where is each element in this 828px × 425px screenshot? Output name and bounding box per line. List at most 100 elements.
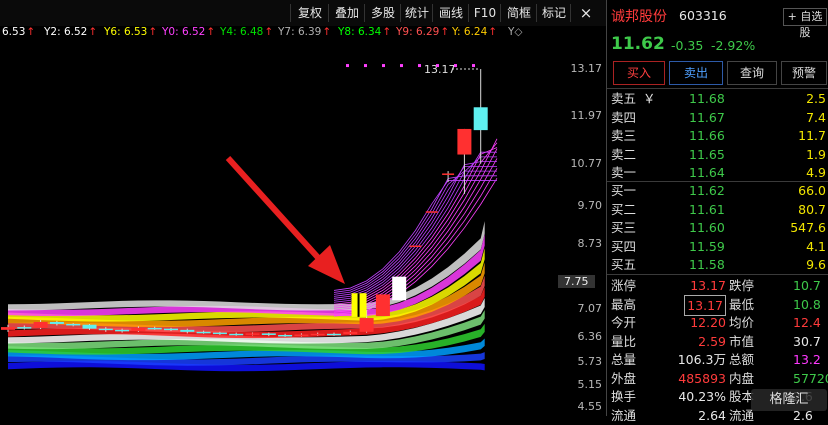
ma-legend-item: Y7: 6.39 (278, 26, 322, 38)
candle-body (473, 107, 488, 131)
bid-volume: 547.6 (790, 220, 826, 236)
bid-row[interactable]: 买一 11.62 66.0 (607, 181, 828, 200)
draw-line-button[interactable]: 画线 (432, 4, 469, 22)
marker-dot (400, 64, 403, 68)
candle-body (294, 334, 309, 337)
candle-body (409, 245, 422, 248)
ask-row[interactable]: 卖三 11.66 11.7 (607, 126, 828, 145)
ask-price: 11.64 (689, 165, 725, 181)
bid-volume: 9.6 (806, 257, 826, 273)
high-annotation: 13.17 (424, 63, 456, 76)
stat-label: 市值 (729, 333, 755, 349)
candle-body (278, 334, 293, 337)
alert-button[interactable]: 预警 (781, 61, 827, 85)
currency-icon: ￥ (643, 91, 656, 106)
y-tick-label: 13.17 (570, 62, 603, 76)
ask-row[interactable]: 卖一 11.64 4.9 (607, 163, 828, 182)
ma-legend-item: Y9: 6.29 (396, 26, 440, 38)
candle-body (442, 173, 455, 175)
stat-label: 最低 (729, 296, 755, 312)
bid-row[interactable]: 买五 11.58 9.6 (607, 255, 828, 274)
bid-label: 买五 (611, 257, 637, 273)
candle-body (359, 318, 374, 332)
y-tick-label: 6.36 (577, 330, 603, 344)
ma-legend-item: Y8: 6.34 (338, 26, 382, 38)
candle-body (82, 324, 97, 329)
stat-label: 外盘 (611, 370, 637, 386)
bid-row[interactable]: 买三 11.60 547.6 (607, 218, 828, 237)
up-arrow-icon: ↑ (206, 26, 216, 38)
bid-volume: 66.0 (798, 183, 826, 198)
current-price-tag: 7.75 (558, 274, 595, 288)
price-axis: 13.17 11.97 10.77 9.70 8.73 7.75 7.07 6.36 5.73 5… (556, 40, 606, 416)
ask-row[interactable]: 卖四 11.67 7.4 (607, 108, 828, 127)
close-icon[interactable]: × (570, 4, 601, 22)
up-arrow-icon: ↑ (148, 26, 158, 38)
marker-dot (454, 64, 457, 68)
current-price: 11.62 (611, 34, 665, 54)
candle-body (1, 327, 15, 330)
stat-value: 10.7 (793, 278, 821, 293)
up-arrow-icon: ↑ (488, 26, 498, 38)
candle-body (66, 323, 81, 326)
ask-price: 11.68 (689, 91, 725, 106)
candle-body (343, 331, 358, 335)
bid-price: 11.59 (689, 238, 725, 254)
marker-dot (382, 64, 385, 68)
ask-label: 卖三 (611, 128, 637, 144)
stat-value: 57720 (793, 370, 828, 386)
query-button[interactable]: 查询 (727, 61, 777, 85)
ask-volume: 4.9 (806, 165, 826, 181)
bid-row[interactable]: 买二 11.61 80.7 (607, 200, 828, 219)
y-tick-label: 11.97 (570, 109, 603, 123)
stats-button[interactable]: 统计 (400, 4, 433, 22)
ma-legend-item: Y4: 6.48 (220, 26, 264, 38)
stat-row: 涨停 13.17 跌停 10.7 (607, 276, 828, 295)
chart-toolbar: 复权 叠加 多股 统计 画线 F10 简框 标记 × (0, 0, 606, 26)
stat-label: 量比 (611, 333, 637, 349)
stat-value: 40.23% (678, 389, 726, 404)
up-arrow-icon: ↑ (26, 26, 36, 38)
bid-label: 买三 (611, 220, 637, 236)
ma-line (333, 151, 497, 303)
marker-dot (364, 64, 367, 68)
stat-row: 量比 2.59 市值 30.7 (607, 332, 828, 351)
bid-price: 11.61 (689, 201, 725, 217)
ask-row[interactable]: 卖五 ￥ 11.68 2.5 (607, 89, 828, 108)
ma-legend-item: 6.53 (2, 26, 26, 38)
sell-button[interactable]: 卖出 (669, 61, 723, 85)
buy-button[interactable]: 买入 (613, 61, 665, 85)
candle-body (310, 333, 325, 336)
multi-stock-button[interactable]: 多股 (364, 4, 401, 22)
stat-label: 总额 (729, 352, 755, 367)
bid-price: 11.62 (689, 183, 725, 198)
add-watchlist-button[interactable]: + 自选股 (783, 8, 827, 39)
stat-label: 内盘 (729, 370, 755, 386)
f10-button[interactable]: F10 (468, 4, 501, 22)
candle-body (180, 329, 195, 332)
stat-row: 总量 106.3万 总额 13.2 (607, 350, 828, 369)
y-tick-label: 5.15 (577, 378, 603, 391)
overlay-button[interactable]: 叠加 (328, 4, 365, 22)
bid-row[interactable]: 买四 11.59 4.1 (607, 237, 828, 256)
annotation-arrow (225, 155, 325, 265)
stat-value: 13.17 (690, 278, 726, 293)
candlestick-chart[interactable]: 13.17 (0, 40, 556, 416)
ask-volume: 2.5 (806, 91, 826, 106)
ask-volume: 1.9 (806, 146, 826, 162)
candle-body (229, 333, 244, 336)
fuquan-button[interactable]: 复权 (290, 4, 329, 22)
candle-body (164, 328, 178, 331)
ask-volume: 7.4 (806, 109, 826, 125)
stat-value: 106.3万 (677, 352, 726, 367)
ask-row[interactable]: 卖二 11.65 1.9 (607, 145, 828, 164)
stat-value: 13.2 (793, 352, 821, 367)
simple-frame-button[interactable]: 简框 (500, 4, 537, 22)
candle-body (196, 331, 211, 334)
stat-label: 均价 (729, 315, 755, 330)
ma-legend: 6.53 ↑ Y2: 6.52 ↑ Y6: 6.53 ↑ Y0: 6.52 ↑ Y4: 6.48… (0, 26, 606, 40)
candle-body (392, 276, 407, 301)
y-tick-label: 7.07 (577, 302, 603, 316)
mark-button[interactable]: 标记 (536, 4, 571, 22)
bid-volume: 80.7 (798, 201, 826, 217)
